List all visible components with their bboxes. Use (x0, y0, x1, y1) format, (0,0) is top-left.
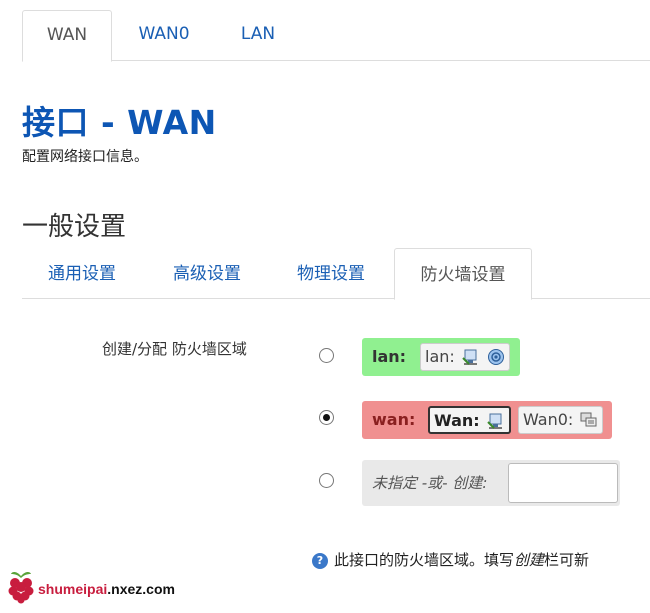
zone-wan-name: wan: (372, 410, 416, 429)
bridge-icon (580, 411, 598, 429)
network-wan0-label: Wan0: (523, 410, 574, 429)
zone-wan[interactable]: wan: Wan: Wan0: (362, 401, 612, 439)
firewall-zone-label: 创建/分配 防火墙区域 (102, 340, 247, 358)
tab-general-settings[interactable]: 通用设置 (30, 248, 134, 297)
ethernet-icon (487, 412, 505, 430)
page-subtitle: 配置网络接口信息。 (22, 149, 148, 165)
settings-tabs: 通用设置 高级设置 物理设置 防火墙设置 (22, 248, 650, 300)
ethernet-icon (462, 348, 480, 366)
wireless-icon (487, 348, 505, 366)
network-wan: Wan: (428, 406, 512, 434)
network-wan0: Wan0: (518, 406, 604, 434)
zone-unspecified-radio[interactable] (319, 473, 334, 488)
unspecified-label: 未指定 -或- 创建: (372, 474, 488, 492)
interface-tabs: WAN WAN0 LAN (22, 10, 650, 62)
zone-lan-radio[interactable] (319, 348, 334, 363)
page-title: 接口 - WAN (22, 103, 217, 142)
help-text-emphasis: 创建 (514, 551, 545, 569)
zone-unspecified: 未指定 -或- 创建: (362, 460, 620, 506)
section-title: 一般设置 (22, 212, 127, 242)
tab-physical-settings[interactable]: 物理设置 (276, 248, 386, 297)
tab-wan[interactable]: WAN (22, 10, 112, 62)
zone-lan[interactable]: lan: lan: (362, 338, 520, 376)
firewall-help-text: ? 此接口的防火墙区域。填写创建栏可新 (312, 549, 589, 570)
network-wan-label: Wan: (434, 411, 480, 430)
network-lan-label: lan: (425, 347, 455, 366)
tab-lan[interactable]: LAN (226, 10, 290, 59)
raspberry-logo-icon (6, 570, 36, 608)
tab-advanced-settings[interactable]: 高级设置 (152, 248, 262, 297)
watermark-text: shumeipai.nxez.com (38, 581, 175, 597)
tab-wan0[interactable]: WAN0 (122, 10, 206, 59)
create-zone-input[interactable] (508, 463, 618, 503)
zone-lan-name: lan: (372, 347, 407, 366)
zone-wan-radio[interactable] (319, 410, 334, 425)
help-text-prefix: 此接口的防火墙区域。填写 (334, 551, 515, 569)
help-icon: ? (312, 552, 328, 569)
network-lan: lan: (420, 343, 510, 371)
tab-firewall-settings[interactable]: 防火墙设置 (394, 248, 532, 300)
help-text-suffix: 栏可新 (544, 551, 590, 569)
watermark: shumeipai.nxez.com (6, 570, 175, 608)
